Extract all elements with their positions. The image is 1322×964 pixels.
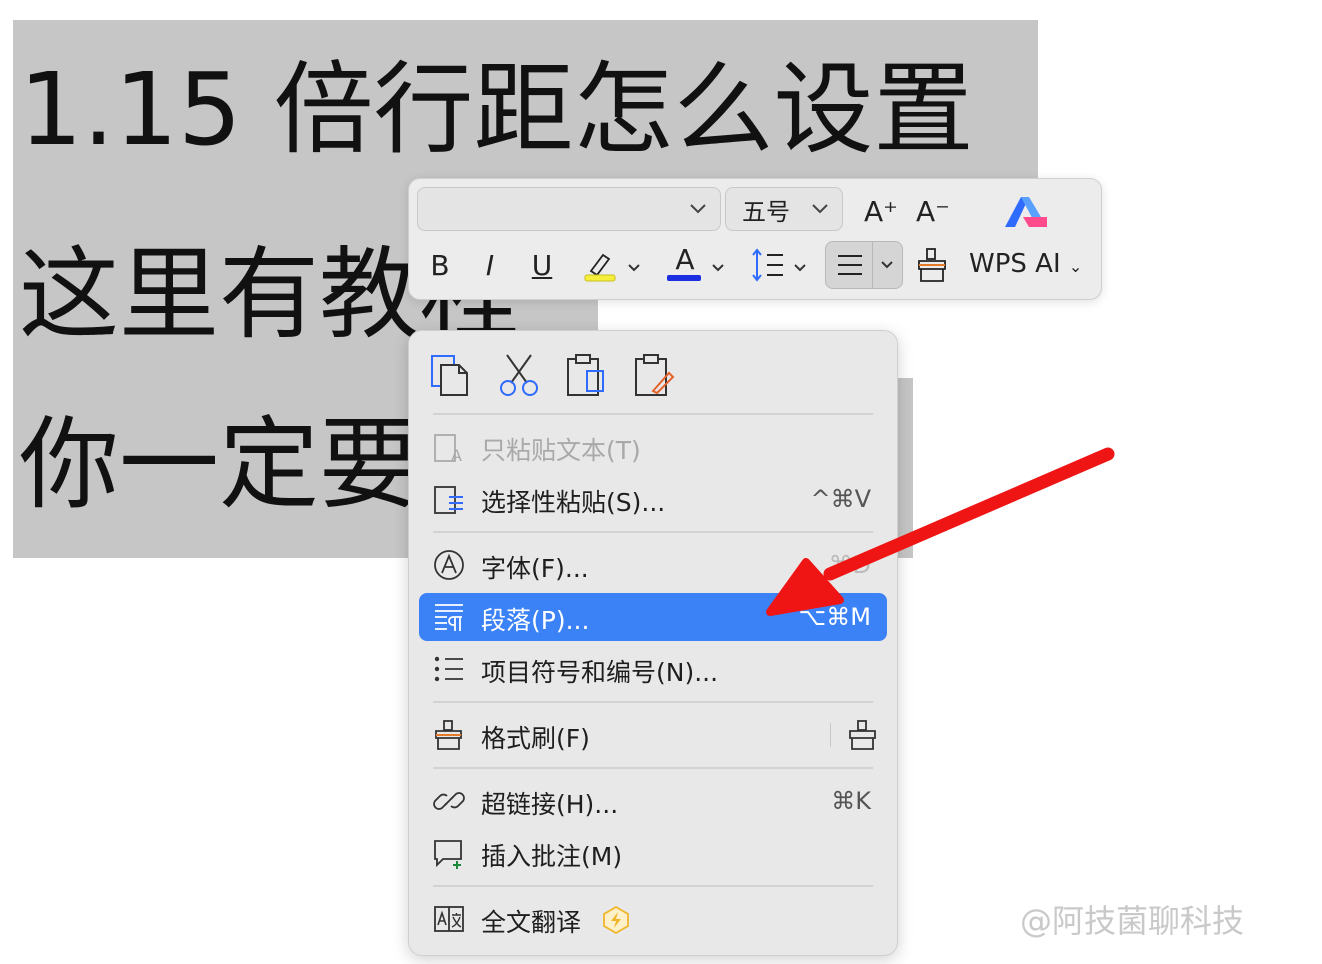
shortcut-label: ^⌘V — [810, 485, 871, 513]
highlighter-icon — [589, 253, 611, 277]
wps-ai-logo-icon[interactable] — [1001, 193, 1051, 229]
shortcut-label: ⌘D — [828, 551, 871, 579]
chevron-down-icon[interactable] — [793, 261, 807, 275]
bullet-list-icon — [434, 656, 463, 682]
highlight-button[interactable] — [583, 249, 619, 283]
menu-item-paragraph[interactable]: 段落(P)... ⌥⌘M — [419, 593, 887, 641]
menu-item-label: 字体(F)... — [481, 554, 589, 583]
paste-icon[interactable] — [565, 353, 609, 397]
doc-line-3-text: 你一定要 — [19, 406, 419, 523]
comment-icon — [434, 840, 462, 869]
grow-font-button[interactable]: A⁺ — [861, 191, 901, 231]
font-color-button[interactable]: A — [667, 241, 703, 277]
menu-separator — [433, 413, 873, 415]
menu-item-label: 超链接(H)... — [481, 790, 619, 819]
menu-separator — [433, 531, 873, 533]
doc-line-1[interactable]: 1.15 倍行距怎么设置 — [13, 20, 1038, 200]
context-menu: A 只粘贴文本(T) 选择性粘贴(S)... ^⌘V 字体(F)... ⌘D 段… — [408, 330, 898, 956]
align-button[interactable] — [825, 241, 903, 289]
mini-toolbar: 五号 A⁺ A⁻ B I U A WPS AI ⌄ — [408, 178, 1102, 300]
chevron-down-icon — [881, 261, 893, 269]
italic-button[interactable]: I — [475, 245, 505, 285]
menu-item-label: 选择性粘贴(S)... — [481, 488, 666, 517]
align-justify-icon — [838, 255, 862, 275]
font-icon — [434, 550, 464, 580]
format-painter-icon — [435, 720, 462, 750]
chevron-down-icon — [690, 204, 706, 214]
menu-item-format-painter[interactable]: 格式刷(F) — [419, 711, 887, 759]
underline-button[interactable]: U — [527, 245, 557, 285]
wps-ai-label: WPS AI — [969, 249, 1061, 279]
bold-icon: B — [430, 248, 450, 282]
chevron-down-icon[interactable] — [627, 261, 641, 275]
menu-item-translate[interactable]: 全文翻译 — [419, 895, 887, 943]
translate-icon — [434, 906, 464, 932]
line-spacing-button[interactable] — [751, 247, 785, 283]
font-size-value: 五号 — [742, 197, 790, 226]
cut-icon[interactable] — [497, 353, 541, 397]
menu-item-label: 项目符号和编号(N)... — [481, 658, 719, 687]
doc-line-1-text: 1.15 倍行距怎么设置 — [19, 51, 974, 168]
shrink-font-button[interactable]: A⁻ — [913, 191, 953, 231]
menu-item-label: 全文翻译 — [481, 908, 582, 937]
menu-item-paste-special[interactable]: 选择性粘贴(S)... ^⌘V — [419, 475, 887, 523]
line-spacing-icon — [752, 248, 783, 282]
menu-separator — [433, 885, 873, 887]
menu-separator — [433, 701, 873, 703]
menu-item-font[interactable]: 字体(F)... ⌘D — [419, 541, 887, 589]
paragraph-icon — [435, 604, 463, 631]
underline-icon: U — [531, 248, 553, 282]
chevron-down-icon: ⌄ — [1068, 257, 1083, 276]
menu-item-label: 格式刷(F) — [481, 724, 590, 753]
menu-item-label: 段落(P)... — [481, 606, 590, 635]
font-size-select[interactable]: 五号 — [725, 187, 843, 231]
premium-badge-icon — [603, 905, 629, 935]
menu-separator — [433, 767, 873, 769]
wps-ai-button[interactable]: WPS AI ⌄ — [969, 249, 1082, 279]
font-color-swatch — [667, 275, 701, 281]
italic-icon: I — [485, 248, 495, 282]
paste-text-icon: A — [434, 434, 462, 463]
font-name-select[interactable] — [417, 187, 721, 231]
svg-text:A: A — [451, 446, 462, 463]
shortcut-label: ⌥⌘M — [798, 603, 871, 631]
shortcut-label: ⌘K — [831, 787, 871, 815]
grow-font-icon: A⁺ — [864, 194, 898, 228]
menu-item-label: 插入批注(M) — [481, 842, 623, 871]
format-painter-lock-icon[interactable] — [847, 719, 879, 751]
menu-divider — [830, 723, 831, 747]
bold-button[interactable]: B — [425, 245, 455, 285]
menu-item-insert-comment[interactable]: 插入批注(M) — [419, 829, 887, 877]
watermark: @阿技菌聊科技 — [1020, 902, 1245, 940]
copy-icon[interactable] — [429, 353, 473, 397]
paste-special-icon — [434, 486, 463, 514]
menu-item-hyperlink[interactable]: 超链接(H)... ⌘K — [419, 777, 887, 825]
paste-keep-format-icon[interactable] — [633, 353, 677, 397]
menu-item-label: 只粘贴文本(T) — [481, 436, 641, 465]
menu-item-bullets-numbering[interactable]: 项目符号和编号(N)... — [419, 645, 887, 693]
format-painter-button[interactable] — [915, 247, 949, 283]
chevron-down-icon[interactable] — [711, 261, 725, 275]
link-icon — [433, 792, 465, 810]
format-painter-icon — [918, 248, 946, 282]
font-color-icon: A — [675, 242, 695, 276]
chevron-down-icon — [812, 204, 828, 214]
menu-item-paste-text-only: A 只粘贴文本(T) — [419, 423, 887, 471]
shrink-font-icon: A⁻ — [916, 194, 950, 228]
